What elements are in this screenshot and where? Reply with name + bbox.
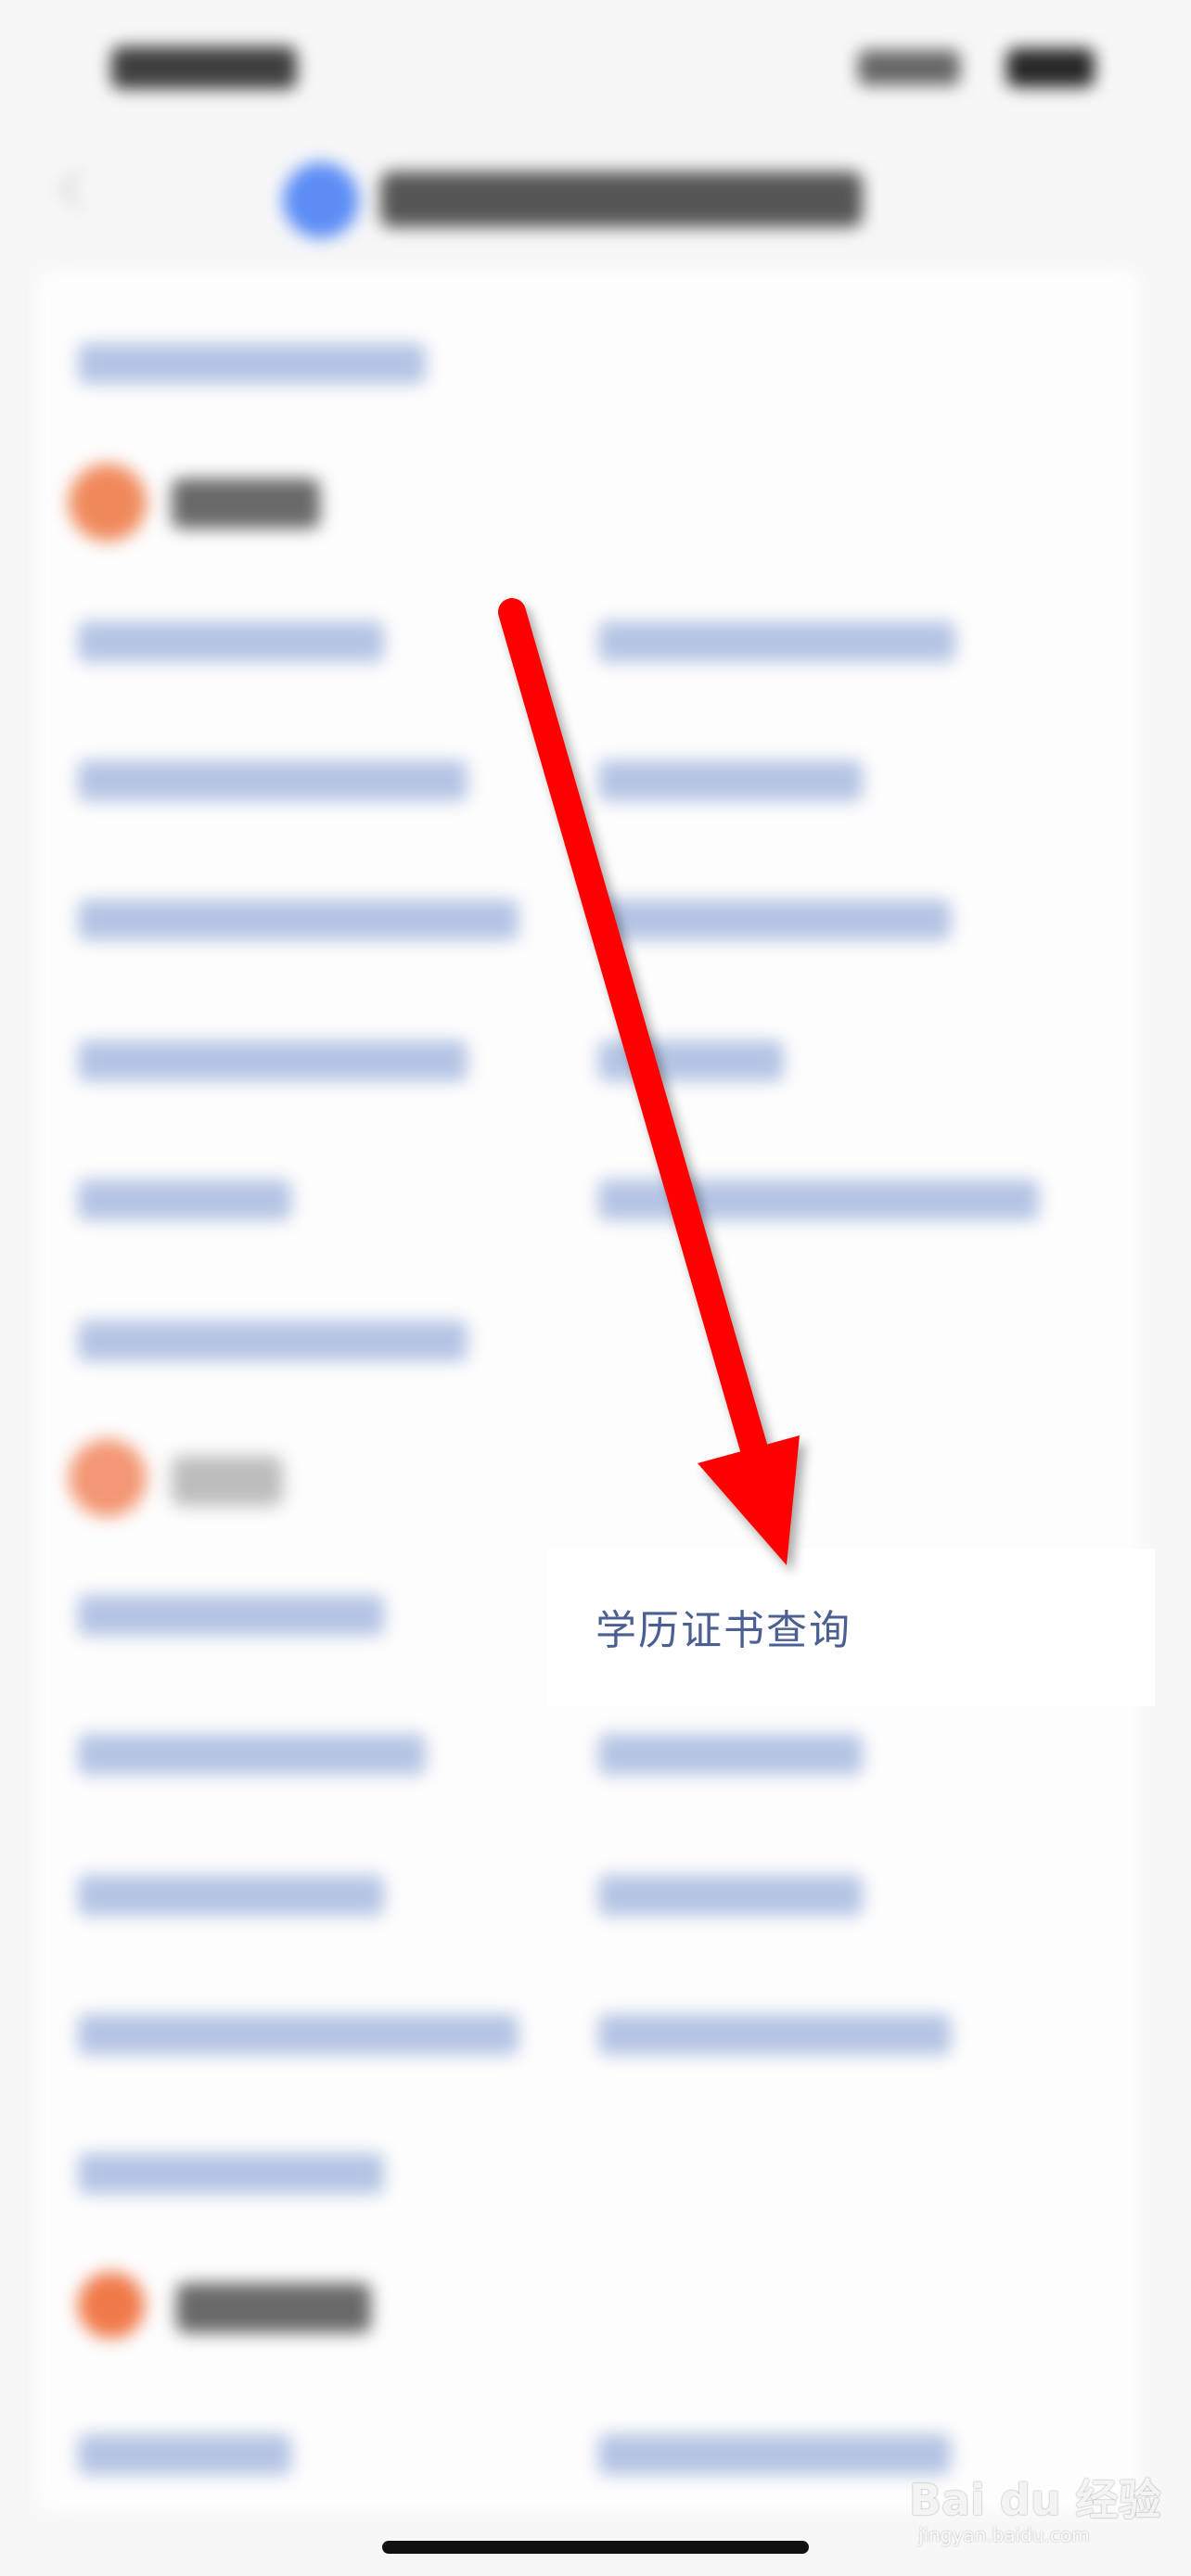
watermark-brand: Bai du 经验 [909,2475,1161,2525]
battery-icon [1006,48,1095,87]
list-item[interactable] [78,1595,384,1636]
list-item[interactable] [78,899,519,940]
list-item[interactable] [78,621,384,662]
section-title [172,478,320,529]
section-icon [69,1439,147,1517]
list-item[interactable] [78,760,467,801]
list-item[interactable] [78,2434,291,2475]
page-title [380,172,863,227]
baidu-jingyan-watermark: Bai du 经验 jingyan.baidu.com [909,2448,1161,2546]
list-item[interactable] [78,1734,426,1775]
section-icon [78,2272,145,2339]
list-item[interactable] [78,2014,519,2055]
list-item[interactable] [78,1320,467,1361]
list-item[interactable] [598,760,863,801]
list-item[interactable] [598,899,951,940]
list-item[interactable] [598,2014,951,2055]
signal-icon [858,50,960,85]
screen: 学历证书查询 Bai du 经验 jingyan.baidu.com [0,0,1191,2576]
list-item[interactable] [78,343,426,384]
chevron-left-icon[interactable] [56,167,89,211]
home-indicator[interactable] [382,2541,809,2554]
list-item[interactable] [598,1875,863,1916]
list-item[interactable] [598,2434,951,2475]
list-item[interactable] [78,2153,384,2194]
app-logo-icon [283,162,359,238]
section-title [172,1456,283,1506]
section-title [176,2283,371,2333]
list-item[interactable] [78,1875,384,1916]
highlighted-list-item[interactable]: 学历证书查询 [547,1549,1155,1706]
list-item[interactable] [78,1040,467,1081]
nav-bar [0,130,1191,250]
degree-certificate-query-link[interactable]: 学历证书查询 [596,1597,852,1656]
status-bar [0,37,1191,102]
list-item[interactable] [598,1734,863,1775]
list-item[interactable] [598,1040,784,1081]
watermark-site: jingyan.baidu.com [918,2524,1090,2546]
service-list-card [37,269,1141,2513]
list-item[interactable] [78,1180,291,1220]
section-icon [69,464,147,542]
list-item[interactable] [598,1180,1039,1220]
list-item[interactable] [598,621,955,662]
blurred-background [0,0,1191,2576]
status-time [111,46,297,89]
